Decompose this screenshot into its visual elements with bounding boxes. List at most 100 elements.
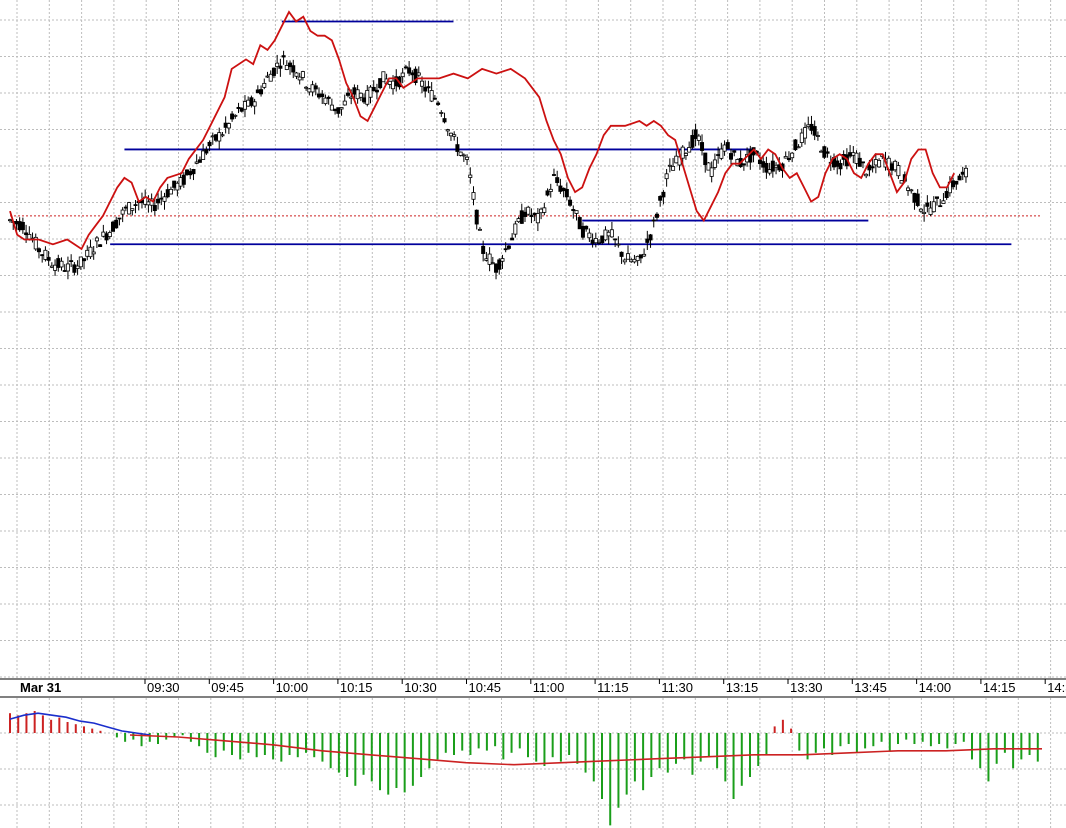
candle-body: [806, 124, 811, 128]
candle-body: [56, 258, 61, 268]
candle-body: [632, 258, 637, 263]
candle-body: [432, 97, 437, 100]
candle-body: [358, 92, 363, 98]
candle-body: [938, 205, 943, 208]
candle-body: [600, 235, 605, 244]
candle-body: [436, 102, 441, 105]
candle-body: [146, 201, 151, 206]
candle-body: [506, 245, 511, 249]
candle-body: [288, 62, 293, 68]
candle-body: [889, 163, 894, 171]
candle-body: [680, 146, 685, 159]
candle-body: [877, 159, 882, 168]
candle-body: [429, 90, 434, 102]
candle-body: [381, 71, 386, 83]
candle-body: [130, 208, 135, 211]
candle-body: [185, 169, 190, 175]
candle-body: [564, 188, 569, 198]
candle-body: [912, 192, 917, 203]
time-tick-label: 11:30: [661, 680, 693, 695]
candle-body: [168, 188, 173, 195]
candle-body: [741, 163, 746, 166]
candle-body: [75, 265, 80, 269]
time-tick-label: 10:00: [276, 680, 309, 695]
candle-body: [242, 101, 247, 110]
candle-body: [207, 141, 212, 147]
candle-body: [822, 146, 827, 158]
candle-body: [819, 150, 824, 153]
candle-body: [320, 93, 325, 98]
candle-body: [651, 219, 656, 222]
candle-body: [316, 93, 321, 98]
candle-body: [461, 154, 466, 157]
candle-body: [345, 92, 350, 96]
candle-body: [391, 80, 396, 90]
candle-body: [793, 139, 798, 151]
candle-body: [471, 192, 476, 200]
candle-body: [291, 65, 296, 73]
candle-body: [246, 99, 251, 107]
candle-body: [487, 253, 492, 265]
candle-body: [551, 174, 556, 176]
candle-body: [764, 162, 769, 173]
time-tick-label: 10:30: [404, 680, 437, 695]
candle-body: [761, 161, 766, 168]
candle-body: [14, 221, 19, 225]
candle-body: [191, 169, 196, 175]
candle-body: [271, 67, 276, 76]
candle-body: [442, 118, 447, 123]
time-tick-label: 13:45: [854, 680, 887, 695]
candle-body: [860, 161, 865, 164]
candle-body: [419, 80, 424, 87]
candle-body: [906, 187, 911, 191]
candle-body: [918, 208, 923, 212]
candle-body: [104, 233, 109, 241]
candle-body: [426, 86, 431, 89]
candle-body: [217, 132, 222, 142]
date-label: Mar 31: [20, 680, 61, 695]
candle-body: [220, 134, 225, 137]
candle-body: [407, 67, 412, 74]
candle-body: [117, 217, 122, 220]
candle-body: [201, 150, 206, 160]
candle-body: [899, 180, 904, 184]
candle-body: [951, 180, 956, 188]
candle-body: [722, 144, 727, 152]
candle-body: [571, 209, 576, 211]
candle-body: [642, 253, 647, 257]
candle-body: [455, 144, 460, 152]
candle-body: [371, 86, 376, 92]
time-tick-label: 09:45: [211, 680, 244, 695]
candle-body: [597, 241, 602, 244]
candle-body: [65, 263, 70, 272]
candle-body: [226, 123, 231, 129]
candle-body: [790, 152, 795, 159]
candle-body: [661, 191, 666, 198]
candle-body: [712, 159, 717, 168]
candle-body: [85, 249, 90, 257]
candle-body: [494, 263, 499, 273]
candle-body: [674, 155, 679, 164]
candle-body: [928, 207, 933, 215]
candle-body: [53, 264, 58, 271]
candle-body: [259, 89, 264, 95]
candle-body: [613, 238, 618, 241]
candle-body: [857, 157, 862, 167]
candle-body: [716, 154, 721, 156]
candle-body: [893, 160, 898, 171]
candle-body: [36, 248, 41, 253]
candle-body: [954, 180, 959, 185]
candle-body: [265, 75, 270, 78]
candle-body: [519, 210, 524, 224]
candle-body: [548, 188, 553, 192]
candle-body: [706, 162, 711, 171]
candle-body: [616, 243, 621, 246]
time-tick-label: 14:15: [983, 680, 1016, 695]
candle-body: [326, 96, 331, 99]
candle-body: [40, 254, 45, 257]
candle-body: [851, 152, 856, 156]
candle-body: [336, 107, 341, 114]
candle-body: [362, 97, 367, 103]
candle-body: [532, 212, 537, 216]
candle-body: [848, 152, 853, 157]
